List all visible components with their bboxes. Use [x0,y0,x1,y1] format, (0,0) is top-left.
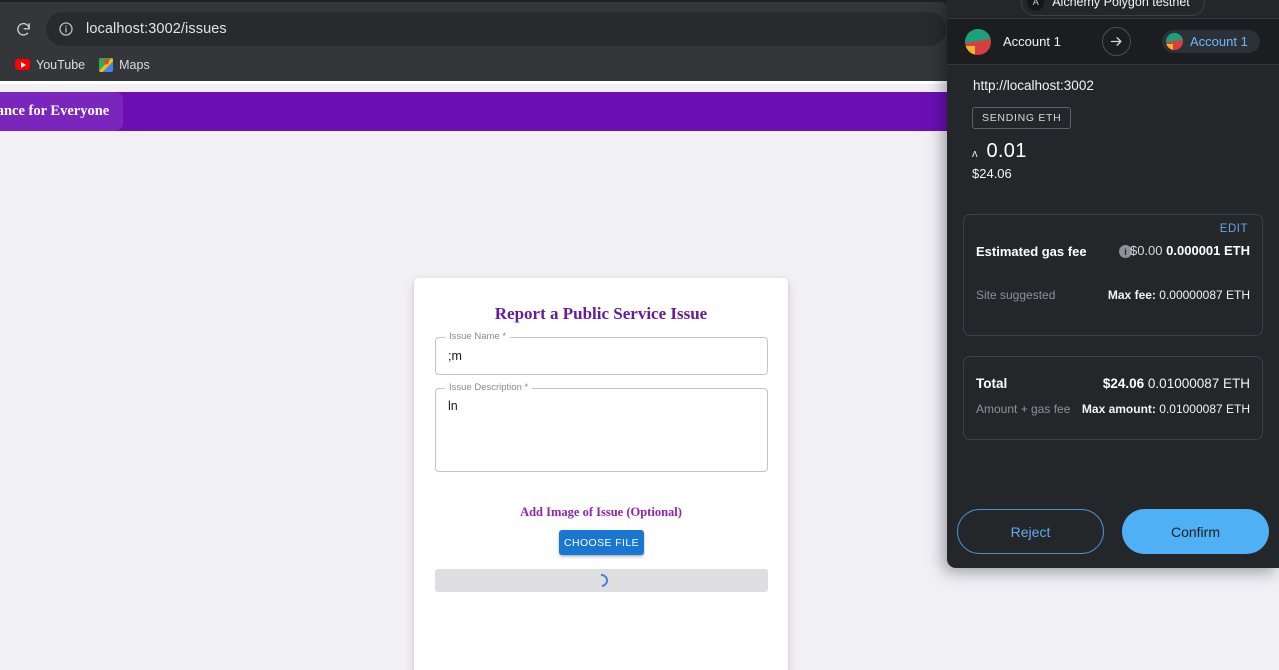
gas-max-fee: Max fee: 0.00000087 ETH [1108,288,1250,302]
loading-spinner-icon [592,571,611,590]
issue-name-input[interactable]: ;m [448,349,462,363]
site-brand-label: Governance for Everyone [0,103,110,119]
issue-description-field[interactable]: Issue Description * ln [435,382,768,472]
eth-token-icon: ʌ [972,148,978,160]
bookmark-label: YouTube [36,57,86,72]
network-avatar-icon: A [1027,0,1045,11]
gas-fee-source: Site suggested [976,288,1056,302]
site-brand-chip[interactable]: Governance for Everyone [0,92,124,131]
upload-progress-bar [435,569,768,592]
network-name: Alchemy Polygon testnet [1052,0,1190,9]
gas-max-fee-value: 0.00000087 ETH [1159,288,1250,302]
gas-max-fee-prefix: Max fee: [1107,288,1156,302]
transaction-amount-row: ʌ 0.01 [972,140,1027,163]
total-box: Total $24.06 0.01000087 ETH Amount + gas… [963,356,1263,440]
request-origin: http://localhost:3002 [973,78,1094,93]
address-bar[interactable]: localhost:3002/issues [46,12,946,46]
reload-icon[interactable] [10,16,36,42]
issue-name-field[interactable]: Issue Name * ;m [435,331,768,375]
status-badge: SENDING ETH [972,107,1072,129]
arrow-right-icon [1102,27,1131,56]
from-account-label: Account 1 [1003,34,1061,49]
add-image-label: Add Image of Issue (Optional) [520,505,682,519]
active-tab[interactable] [0,2,948,10]
total-amount: $24.06 0.01000087 ETH [1103,376,1250,391]
edit-gas-button[interactable]: EDIT [1220,223,1248,235]
total-max-prefix: Max amount: [1081,402,1156,416]
gas-fee-amount: $0.00 0.000001 ETH [1130,243,1250,258]
browser-window: localhost:3002/issues YouTube Maps Gover… [0,0,1279,670]
metamask-confirmation-popup: A Alchemy Polygon testnet Account 1 Acco… [947,0,1279,568]
total-max-amount: Max amount: 0.01000087 ETH [1082,402,1250,416]
total-sub-label: Amount + gas fee [976,402,1071,416]
bookmark-maps[interactable]: Maps [92,55,157,75]
network-selector-row: A Alchemy Polygon testnet [947,0,1279,18]
choose-file-button[interactable]: CHOOSE FILE [559,530,644,555]
total-fiat: $24.06 [1102,376,1145,391]
from-account[interactable]: Account 1 [965,28,1061,55]
transaction-amount-fiat: $24.06 [972,166,1012,181]
gas-fee-eth: 0.000001 ETH [1166,243,1250,258]
gas-fee-box: EDIT Estimated gas fee i $0.00 0.000001 … [963,214,1263,336]
issue-name-label: Issue Name * [445,331,511,342]
to-account[interactable]: Account 1 [1162,30,1260,53]
page-title: Report a Public Service Issue [494,304,708,323]
total-max-value: 0.01000087 ETH [1159,402,1250,416]
confirm-button[interactable]: Confirm [1122,509,1269,554]
reject-button[interactable]: Reject [957,509,1104,554]
issue-description-input[interactable]: ln [448,399,458,413]
report-issue-card: Report a Public Service Issue Issue Name… [414,278,788,670]
site-info-icon[interactable] [56,19,76,39]
transaction-amount: 0.01 [986,140,1027,162]
avatar [965,28,991,55]
avatar [1166,33,1183,50]
account-transfer-bar: Account 1 Account 1 [947,18,1279,65]
google-maps-icon [99,57,114,72]
total-eth: 0.01000087 ETH [1147,376,1250,391]
bookmark-label: Maps [119,57,150,72]
bookmark-youtube[interactable]: YouTube [8,55,92,75]
address-bar-url[interactable]: localhost:3002/issues [86,21,227,37]
gas-fee-fiat: $0.00 [1129,243,1163,258]
gas-fee-label: Estimated gas fee [976,244,1087,259]
to-account-label: Account 1 [1190,34,1248,49]
total-label: Total [976,376,1008,391]
youtube-icon [15,59,30,70]
metamask-action-bar: Reject Confirm [947,509,1279,554]
issue-description-label: Issue Description * [445,382,533,393]
network-selector[interactable]: A Alchemy Polygon testnet [1021,0,1205,16]
